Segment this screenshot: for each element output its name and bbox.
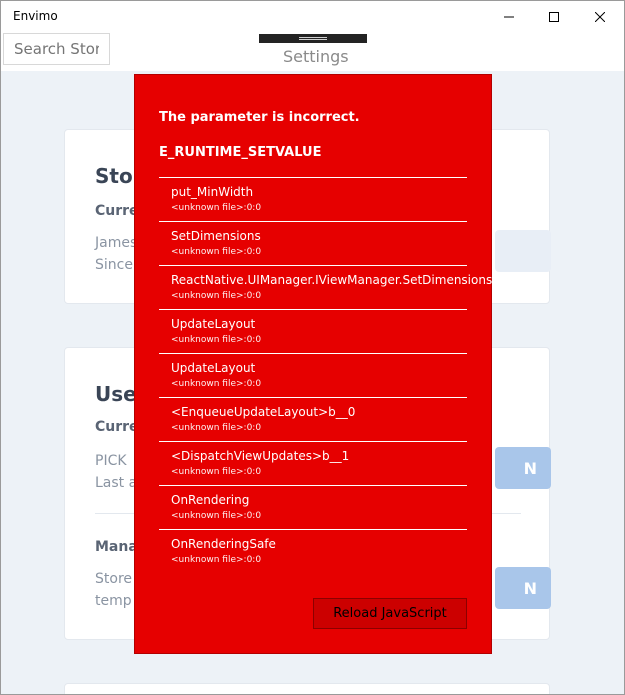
card-subtitle: Curre [95, 203, 139, 219]
reload-javascript-button[interactable]: Reload JavaScript [313, 598, 467, 629]
title-bar[interactable]: Envimo [1, 1, 624, 33]
error-overlay: The parameter is incorrect. E_RUNTIME_SE… [134, 74, 492, 654]
card-subtitle: Mana [95, 539, 138, 555]
stack-frame[interactable]: put_MinWidth <unknown file>:0:0 [159, 177, 467, 221]
frame-name: OnRenderingSafe [171, 537, 276, 551]
stack-frame[interactable]: UpdateLayout <unknown file>:0:0 [159, 353, 467, 397]
maximize-icon [549, 12, 559, 22]
app-window: Envimo Stor Curre James Since Use Curre … [0, 0, 625, 695]
minimize-icon [504, 16, 514, 18]
card-text: temp [95, 593, 132, 609]
card-action-button[interactable]: N [495, 447, 551, 489]
grip-icon [299, 37, 327, 38]
frame-location: <unknown file>:0:0 [171, 423, 262, 433]
error-message: The parameter is incorrect. [159, 110, 360, 125]
stack-trace: put_MinWidth <unknown file>:0:0 SetDimen… [159, 177, 493, 573]
maximize-button[interactable] [531, 1, 577, 33]
frame-location: <unknown file>:0:0 [171, 203, 262, 213]
frame-location: <unknown file>:0:0 [171, 247, 262, 257]
stack-frame[interactable]: <DispatchViewUpdates>b__1 <unknown file>… [159, 441, 467, 485]
stack-frame[interactable]: SetDimensions <unknown file>:0:0 [159, 221, 467, 265]
frame-name: ReactNative.UIManager.IViewManager.SetDi… [171, 273, 493, 287]
frame-name: UpdateLayout [171, 361, 256, 375]
frame-name: <EnqueueUpdateLayout>b__0 [171, 405, 356, 419]
frame-location: <unknown file>:0:0 [171, 467, 262, 477]
stack-frame[interactable]: UpdateLayout <unknown file>:0:0 [159, 309, 467, 353]
frame-name: OnRendering [171, 493, 250, 507]
card-text: James [95, 235, 138, 251]
frame-location: <unknown file>:0:0 [171, 511, 262, 521]
bottom-card [64, 683, 550, 694]
card-text: PICK [95, 453, 127, 469]
close-button[interactable] [577, 1, 623, 33]
page-title: Settings [283, 47, 349, 66]
frame-name: put_MinWidth [171, 185, 254, 199]
frame-name: <DispatchViewUpdates>b__1 [171, 449, 350, 463]
frame-name: UpdateLayout [171, 317, 256, 331]
stack-frame[interactable]: ReactNative.UIManager.IViewManager.SetDi… [159, 265, 493, 309]
close-icon [595, 12, 605, 22]
window-title: Envimo [13, 9, 58, 23]
frame-location: <unknown file>:0:0 [171, 335, 262, 345]
card-text: Since [95, 257, 133, 273]
stack-frame[interactable]: OnRendering <unknown file>:0:0 [159, 485, 467, 529]
drag-handle[interactable] [259, 34, 367, 43]
card-text: Store [95, 571, 133, 587]
card-title: Use [95, 382, 137, 406]
card-subtitle: Curre [95, 419, 139, 435]
frame-name: SetDimensions [171, 229, 261, 243]
error-code: E_RUNTIME_SETVALUE [159, 145, 322, 160]
search-input[interactable] [3, 33, 110, 65]
stack-frame[interactable]: <EnqueueUpdateLayout>b__0 <unknown file>… [159, 397, 467, 441]
card-text: Last a [95, 475, 138, 491]
card-action-button[interactable]: N [495, 567, 551, 609]
minimize-button[interactable] [486, 1, 532, 33]
frame-location: <unknown file>:0:0 [171, 379, 262, 389]
frame-location: <unknown file>:0:0 [171, 291, 262, 301]
frame-location: <unknown file>:0:0 [171, 555, 262, 565]
card-action-button[interactable] [495, 230, 551, 272]
stack-frame[interactable]: OnRenderingSafe <unknown file>:0:0 [159, 529, 467, 573]
